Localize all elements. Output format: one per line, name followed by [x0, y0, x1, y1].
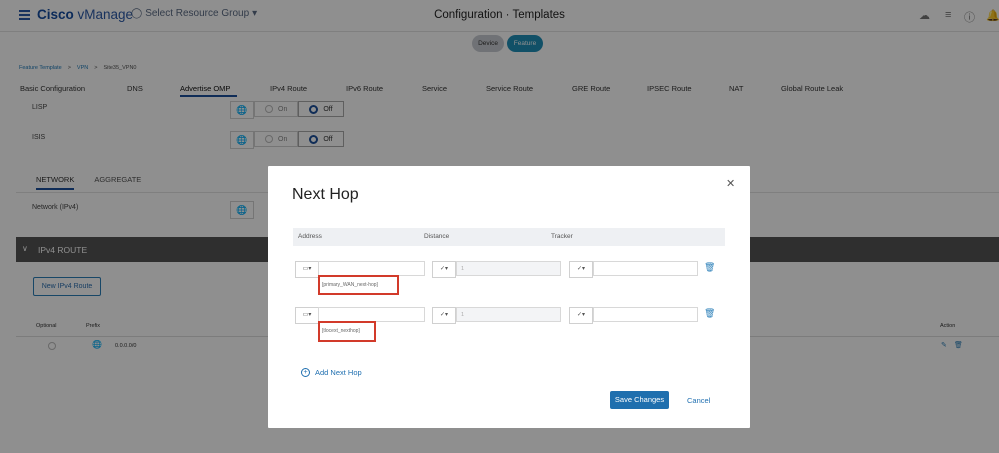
dialog-title: Next Hop — [292, 186, 359, 203]
add-next-hop-label: Add Next Hop — [315, 368, 362, 377]
cancel-button[interactable]: Cancel — [687, 396, 710, 405]
tracker-scope-dropdown[interactable]: ✓▾ — [569, 261, 593, 278]
device-specific-icon: ▭▾ — [302, 266, 312, 272]
address-input[interactable] — [318, 307, 425, 322]
distance-input[interactable]: 1 — [456, 307, 561, 322]
trash-icon[interactable]: 🗑 — [704, 262, 715, 273]
default-check-icon: ✓▾ — [439, 312, 449, 318]
next-hop-table-header: Address Distance Tracker — [293, 228, 725, 246]
tracker-input[interactable] — [593, 307, 698, 322]
address-scope-dropdown[interactable]: ▭▾ — [295, 307, 319, 324]
distance-scope-dropdown[interactable]: ✓▾ — [432, 307, 456, 324]
save-changes-button[interactable]: Save Changes — [610, 391, 669, 409]
add-icon: + — [301, 368, 310, 377]
next-hop-dialog: Next Hop ✕ Address Distance Tracker ▭▾ [… — [268, 166, 750, 428]
tracker-scope-dropdown[interactable]: ✓▾ — [569, 307, 593, 324]
col-distance: Distance — [424, 233, 450, 240]
address-scope-dropdown[interactable]: ▭▾ — [295, 261, 319, 278]
address-variable-highlight: [primary_WAN_next-hop] — [318, 275, 399, 295]
close-icon[interactable]: ✕ — [726, 177, 735, 190]
default-check-icon: ✓▾ — [439, 266, 449, 272]
distance-scope-dropdown[interactable]: ✓▾ — [432, 261, 456, 278]
tracker-input[interactable] — [593, 261, 698, 276]
col-tracker: Tracker — [551, 233, 573, 240]
default-check-icon: ✓▾ — [576, 312, 586, 318]
trash-icon[interactable]: 🗑 — [704, 308, 715, 319]
add-next-hop-link[interactable]: + Add Next Hop — [301, 368, 362, 377]
address-variable-highlight: [tlocext_nexthop] — [318, 321, 376, 342]
device-specific-icon: ▭▾ — [302, 312, 312, 318]
default-check-icon: ✓▾ — [576, 266, 586, 272]
address-input[interactable] — [318, 261, 425, 276]
col-address: Address — [298, 233, 322, 240]
distance-input[interactable]: 1 — [456, 261, 561, 276]
